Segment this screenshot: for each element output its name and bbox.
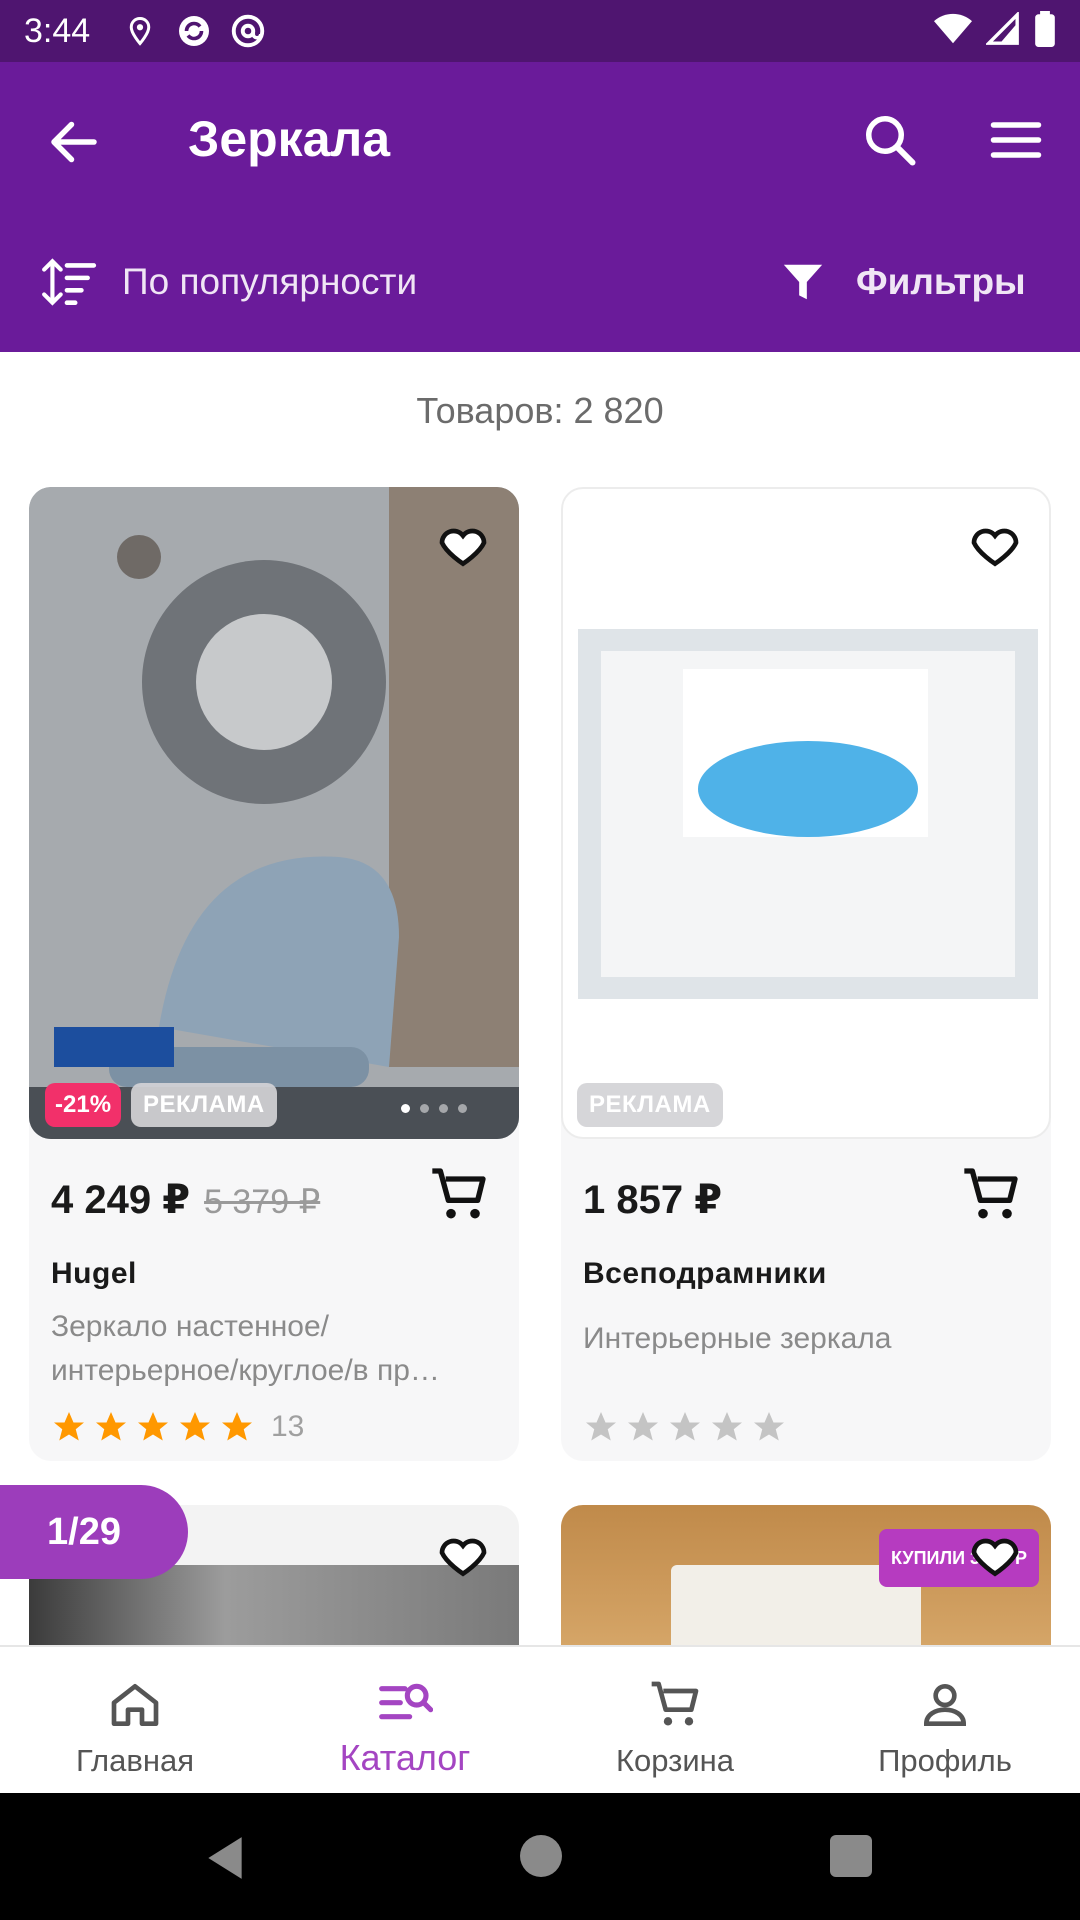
- old-price: 5 379 ₽: [204, 1183, 321, 1221]
- pager-dot: [439, 1104, 448, 1113]
- cart-icon: [432, 1168, 486, 1219]
- star-empty-icon: [586, 1412, 616, 1441]
- product-description: Интерьерные зеркала: [583, 1322, 892, 1355]
- pager-dot: [458, 1104, 467, 1113]
- product-image[interactable]: [561, 487, 1051, 1139]
- ad-badge: РЕКЛАМА: [131, 1083, 277, 1127]
- sort-icon: [42, 258, 97, 306]
- nav-item-cart[interactable]: Корзина: [540, 1647, 810, 1793]
- image-pager-dots: [401, 1104, 467, 1113]
- nav-label: Главная: [76, 1743, 194, 1778]
- page-title: Зеркала: [188, 111, 391, 167]
- cart-icon: [964, 1168, 1018, 1219]
- price: 1 857 ₽: [583, 1178, 723, 1222]
- heart-icon: [439, 528, 487, 567]
- filter-label: Фильтры: [856, 261, 1026, 302]
- brand-name: Всеподрамники: [583, 1257, 827, 1290]
- back-button[interactable]: [44, 112, 104, 172]
- product-card[interactable]: РЕКЛАМА 1 857 ₽ Всеподрамники Интерьерны…: [561, 487, 1051, 1461]
- badge-row: РЕКЛАМА: [577, 1083, 723, 1127]
- menu-button[interactable]: [986, 110, 1046, 170]
- wifi-icon: [934, 12, 972, 51]
- filter-button[interactable]: Фильтры: [780, 252, 1026, 312]
- nav-label: Каталог: [339, 1737, 471, 1778]
- star-filled-icon: [138, 1412, 168, 1441]
- favorite-button[interactable]: [965, 1525, 1025, 1585]
- star-empty-icon: [712, 1412, 742, 1441]
- ad-badge: РЕКЛАМА: [577, 1083, 723, 1127]
- price: 4 249 ₽: [51, 1178, 191, 1222]
- location-icon: [120, 11, 160, 51]
- system-nav-bar: [0, 1793, 1080, 1920]
- heart-icon: [439, 1538, 487, 1577]
- product-count: Товаров: 2 820: [416, 390, 664, 431]
- cart-icon: [651, 1681, 699, 1726]
- star-filled-icon: [180, 1412, 210, 1441]
- pager-dot: [401, 1104, 410, 1113]
- sort-button[interactable]: По популярности: [40, 252, 417, 312]
- at-sign-icon: [228, 11, 268, 51]
- heart-icon: [971, 528, 1019, 567]
- sync-icon: [174, 11, 214, 51]
- heart-icon: [971, 1538, 1019, 1577]
- status-bar: 3:44: [0, 0, 1080, 62]
- rating-stars: [583, 1409, 787, 1445]
- nav-item-catalog[interactable]: Каталог: [270, 1647, 540, 1793]
- nav-item-profile[interactable]: Профиль: [810, 1647, 1080, 1793]
- favorite-button[interactable]: [433, 1525, 493, 1585]
- badge-row: -21% РЕКЛАМА: [45, 1083, 277, 1127]
- review-count: 13: [271, 1410, 305, 1443]
- price-row: 4 249 ₽ 5 379 ₽: [51, 1177, 320, 1223]
- add-to-cart-button[interactable]: [427, 1163, 491, 1227]
- system-recents-button[interactable]: [830, 1835, 872, 1877]
- system-back-button[interactable]: [200, 1833, 250, 1883]
- search-button[interactable]: [860, 110, 920, 170]
- star-empty-icon: [754, 1412, 784, 1441]
- system-home-button[interactable]: [520, 1835, 562, 1877]
- arrow-left-icon: [51, 121, 97, 163]
- star-empty-icon: [628, 1412, 658, 1441]
- star-filled-icon: [222, 1412, 252, 1441]
- bottom-nav: Главная Каталог Корзина Профиль: [0, 1645, 1080, 1793]
- battery-icon: [1034, 10, 1056, 52]
- app-bar: Зеркала По популярности Фильтры: [0, 62, 1080, 352]
- page-indicator: 1/29: [0, 1485, 188, 1579]
- product-card[interactable]: КУПИЛИ 3000 Р: [561, 1505, 1051, 1645]
- nav-item-home[interactable]: Главная: [0, 1647, 270, 1793]
- product-photo: [29, 487, 519, 1139]
- signal-icon: [984, 10, 1020, 51]
- nav-label: Профиль: [878, 1743, 1012, 1778]
- search-icon: [866, 116, 916, 166]
- filter-icon: [783, 264, 823, 300]
- catalog-search-icon: [379, 1683, 433, 1720]
- brand-name: Hugel: [51, 1257, 137, 1290]
- star-empty-icon: [670, 1412, 700, 1441]
- home-icon: [111, 1684, 159, 1726]
- product-card[interactable]: -21% РЕКЛАМА 4 249 ₽ 5 379 ₽ Hugel Зерка…: [29, 487, 519, 1461]
- favorite-button[interactable]: [433, 515, 493, 575]
- profile-icon: [923, 1684, 967, 1726]
- status-time: 3:44: [24, 11, 91, 50]
- price-row: 1 857 ₽: [583, 1177, 722, 1223]
- pager-dot: [420, 1104, 429, 1113]
- rating-stars: 13: [51, 1409, 304, 1445]
- nav-label: Корзина: [615, 1743, 735, 1778]
- favorite-button[interactable]: [965, 515, 1025, 575]
- star-filled-icon: [96, 1412, 126, 1441]
- star-filled-icon: [54, 1412, 84, 1441]
- product-description: Зеркало настенное/ интерьерное/круглое/в…: [51, 1310, 440, 1387]
- triangle-back-icon: [208, 1837, 242, 1879]
- discount-badge: -21%: [45, 1083, 122, 1127]
- add-to-cart-button[interactable]: [959, 1163, 1023, 1227]
- sort-label: По популярности: [122, 261, 418, 302]
- product-image[interactable]: [29, 487, 519, 1139]
- product-photo: [563, 614, 1049, 1014]
- hamburger-menu-icon: [990, 122, 1042, 158]
